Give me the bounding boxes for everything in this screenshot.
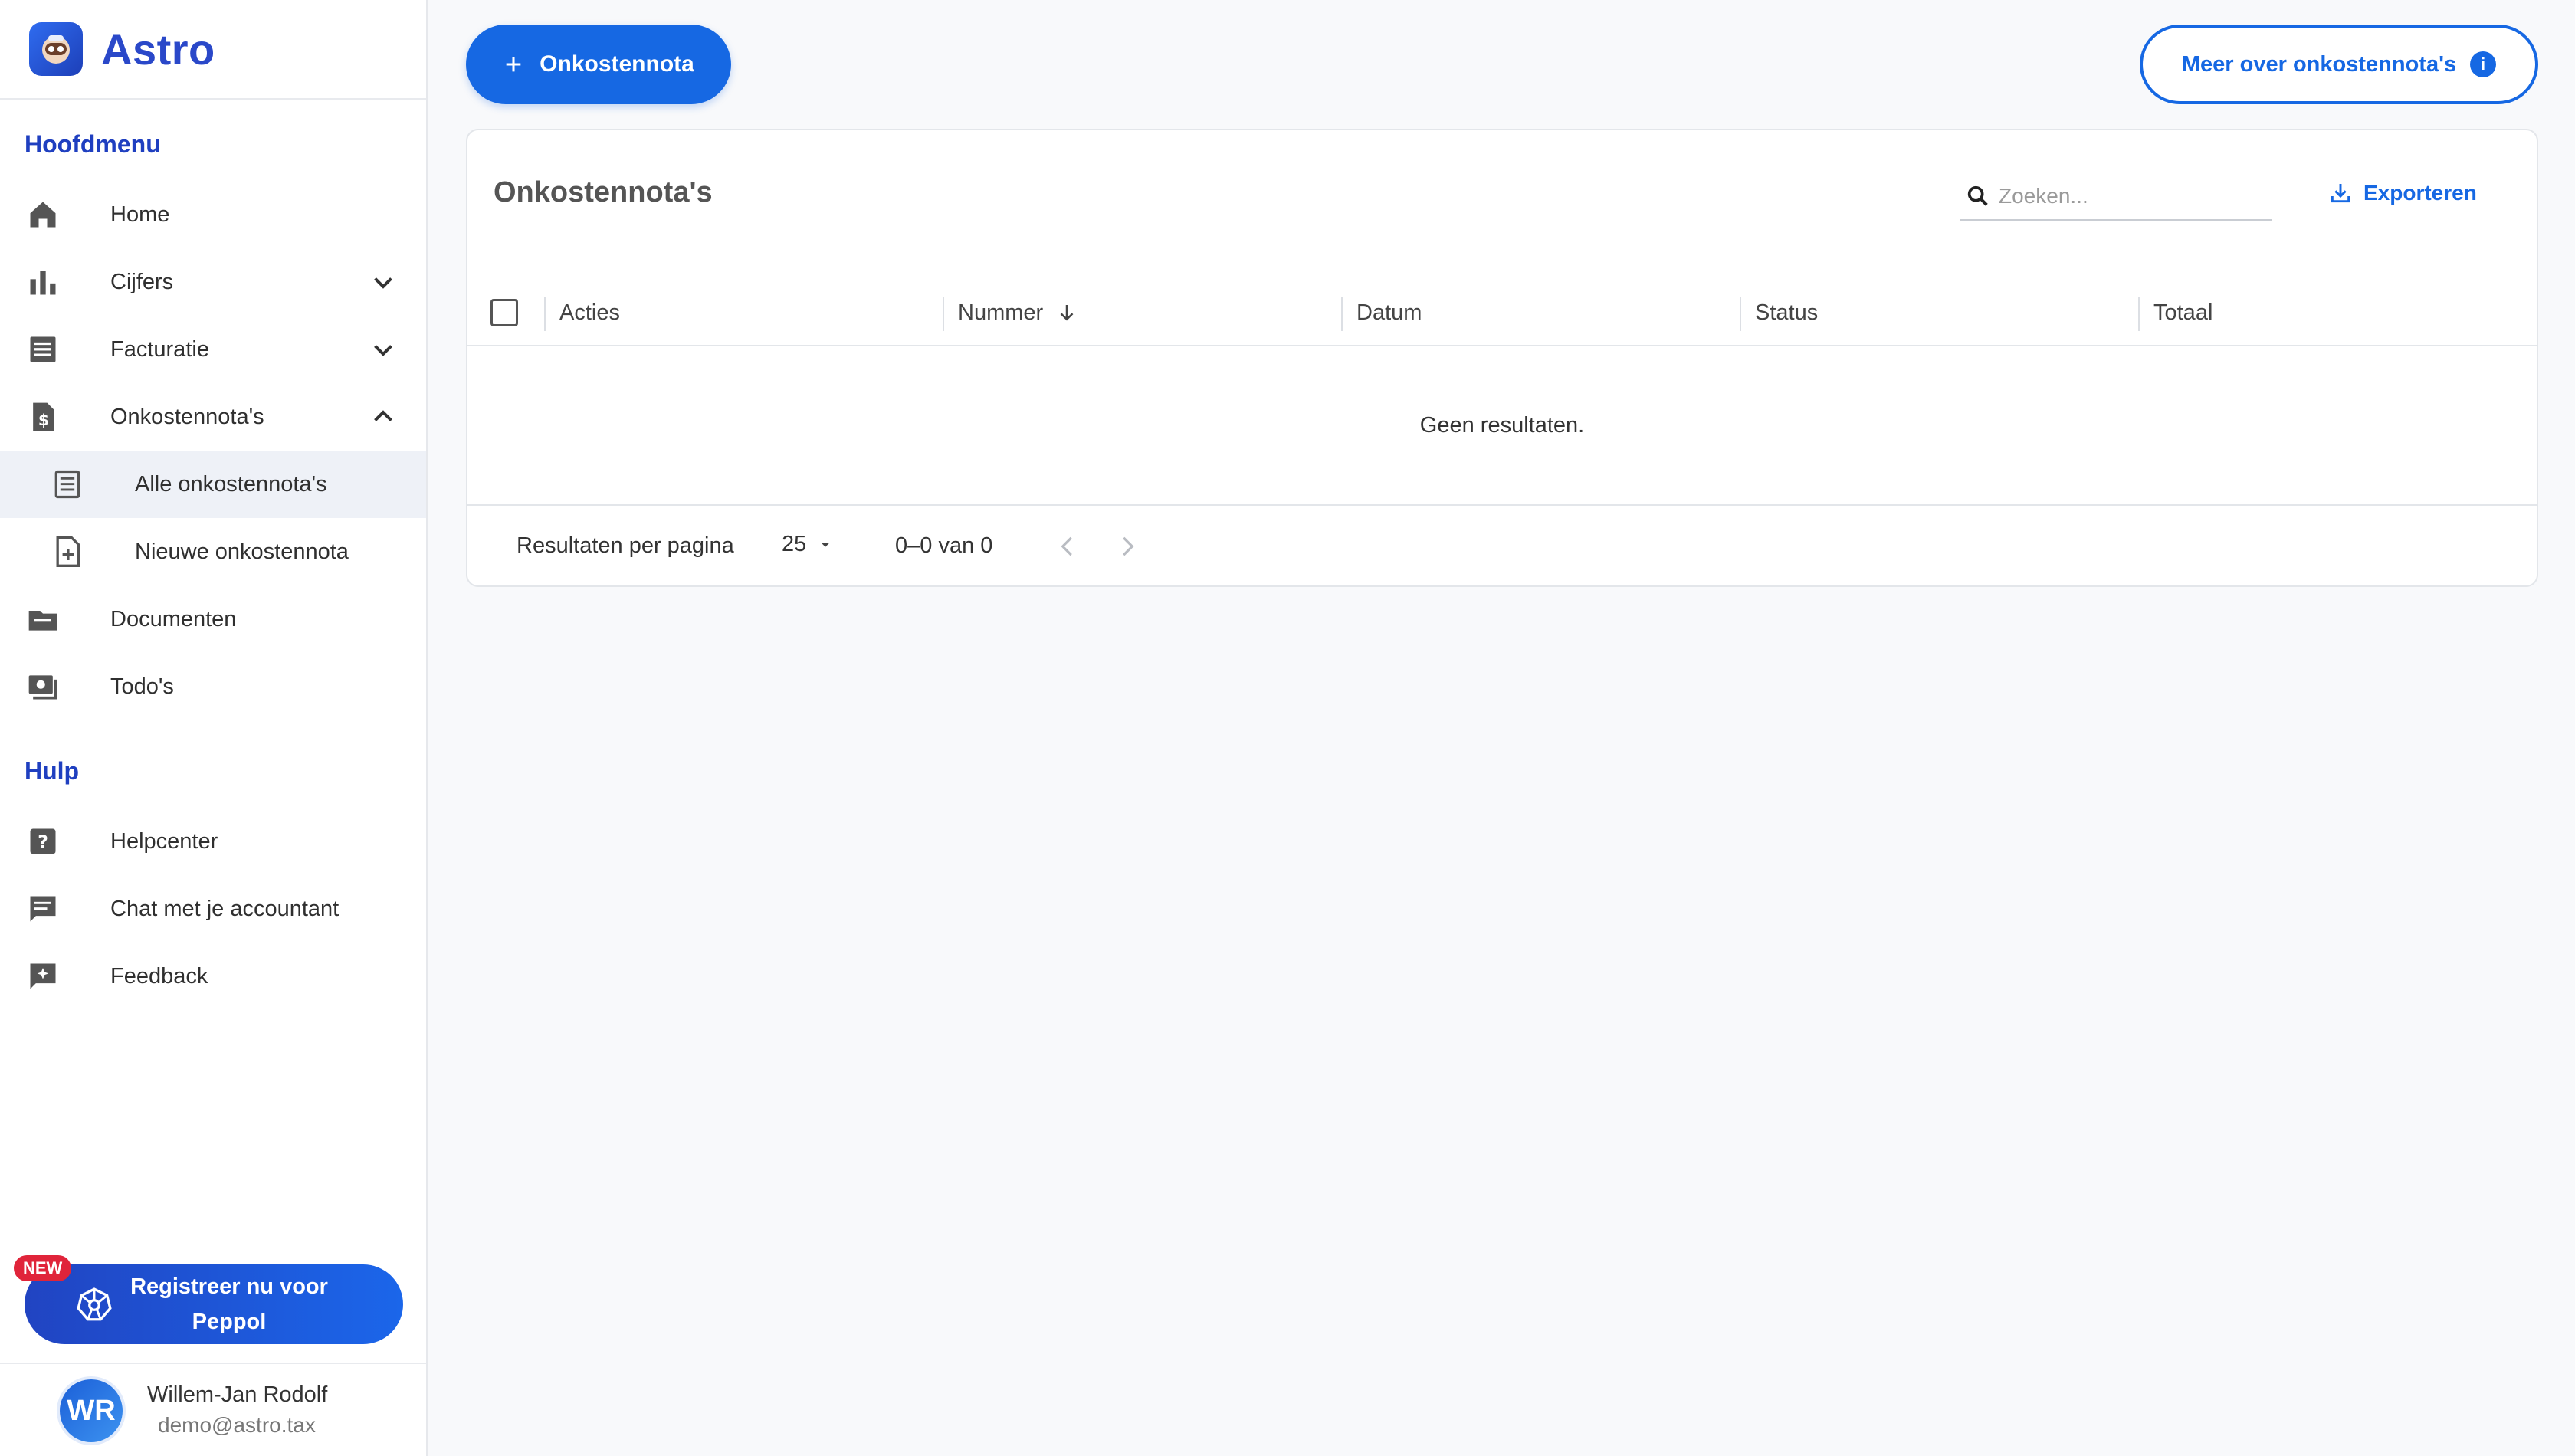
- sidebar-item-label: Cijfers: [110, 269, 174, 294]
- caret-down-icon: [821, 542, 830, 547]
- sidebar-item-label: Home: [110, 202, 170, 227]
- column-header-datum[interactable]: Datum: [1356, 279, 1422, 346]
- sidebar: Astro Hoofdmenu Home Cijfers Facturatie …: [0, 0, 428, 1456]
- brand[interactable]: Astro: [0, 0, 426, 100]
- export-button[interactable]: Exporteren: [2328, 181, 2477, 205]
- sidebar-item-chat[interactable]: Chat met je accountant: [0, 875, 426, 943]
- column-header-label: Datum: [1356, 300, 1422, 325]
- column-header-nummer[interactable]: Nummer: [958, 279, 1078, 346]
- chevron-down-icon[interactable]: [369, 336, 397, 363]
- new-expense-label: Onkostennota: [540, 51, 694, 77]
- sidebar-item-label: Helpcenter: [110, 828, 218, 854]
- chevron-down-icon[interactable]: [369, 268, 397, 296]
- sidebar-item-label: Onkostennota's: [110, 404, 264, 429]
- help-nav: ? Helpcenter Chat met je accountant Feed…: [0, 808, 426, 1010]
- sort-arrow-down-icon[interactable]: [1055, 301, 1078, 324]
- column-header-label: Acties: [559, 300, 620, 325]
- search-input[interactable]: [1999, 184, 2259, 208]
- sidebar-item-alle-onkostennotas[interactable]: Alle onkostennota's: [0, 451, 426, 518]
- column-header-acties[interactable]: Acties: [559, 279, 620, 346]
- sidebar-item-label: Feedback: [110, 963, 208, 989]
- main-menu-title: Hoofdmenu: [25, 130, 161, 158]
- svg-text:$: $: [38, 411, 49, 429]
- help-icon: ?: [30, 828, 56, 854]
- rows-per-page-label: Resultaten per pagina: [517, 533, 734, 558]
- sidebar-item-label: Chat met je accountant: [110, 896, 340, 921]
- search-box: [1960, 173, 2272, 221]
- sidebar-item-helpcenter[interactable]: ? Helpcenter: [0, 808, 426, 875]
- new-expense-button[interactable]: Onkostennota: [466, 25, 731, 104]
- chevron-right-icon[interactable]: [1113, 532, 1142, 561]
- file-plus-icon: [56, 536, 80, 567]
- column-separator: [544, 297, 546, 331]
- peppol-network-icon: [77, 1287, 112, 1321]
- chevron-left-icon[interactable]: [1053, 532, 1082, 561]
- more-info-label: Meer over onkostennota's: [2181, 51, 2457, 77]
- export-label: Exporteren: [2363, 181, 2477, 205]
- sidebar-item-facturatie[interactable]: Facturatie: [0, 316, 426, 383]
- astro-logo-icon: [29, 22, 83, 76]
- home-icon: [30, 202, 56, 228]
- sidebar-item-label: Nieuwe onkostennota: [135, 539, 349, 564]
- column-header-totaal[interactable]: Totaal: [2153, 279, 2213, 346]
- download-icon: [2331, 184, 2350, 203]
- expenses-card: Onkostennota's Exporteren Acties Nummer …: [466, 129, 2538, 587]
- sidebar-item-home[interactable]: Home: [0, 181, 426, 248]
- sidebar-item-todos[interactable]: Todo's: [0, 653, 426, 720]
- column-header-status[interactable]: Status: [1755, 279, 1818, 346]
- plus-icon: [506, 57, 521, 72]
- svg-text:?: ?: [38, 831, 48, 853]
- select-all-checkbox[interactable]: [490, 299, 518, 326]
- sidebar-item-label: Alle onkostennota's: [135, 471, 327, 497]
- empty-state: Geen resultaten.: [467, 346, 2537, 506]
- user-profile[interactable]: WR Willem-Jan Rodolf demo@astro.tax: [0, 1363, 426, 1456]
- more-info-button[interactable]: Meer over onkostennota's i: [2140, 25, 2538, 104]
- page-range: 0–0 van 0: [895, 533, 993, 558]
- sidebar-item-documenten[interactable]: Documenten: [0, 585, 426, 653]
- column-separator: [2138, 297, 2140, 331]
- page-size-select[interactable]: 25: [782, 532, 834, 557]
- page-size-value: 25: [782, 532, 807, 556]
- card-title: Onkostennota's: [494, 176, 713, 208]
- sidebar-item-cijfers[interactable]: Cijfers: [0, 248, 426, 316]
- sidebar-item-onkostennotas[interactable]: $ Onkostennota's: [0, 383, 426, 451]
- column-separator: [1341, 297, 1343, 331]
- invoice-icon: [30, 336, 56, 362]
- new-badge: NEW: [14, 1255, 72, 1281]
- chat-icon: [30, 896, 56, 922]
- info-icon: i: [2470, 51, 2497, 77]
- main-nav: Home Cijfers Facturatie $ Onkostennota's…: [0, 181, 426, 720]
- column-separator: [943, 297, 944, 331]
- column-header-label: Totaal: [2153, 300, 2213, 325]
- sidebar-item-feedback[interactable]: Feedback: [0, 943, 426, 1010]
- user-name: Willem-Jan Rodolf: [147, 1382, 328, 1407]
- peppol-promo: Registreer nu voor Peppol NEW: [14, 1255, 403, 1344]
- pagination: Resultaten per pagina 25 0–0 van 0: [467, 506, 2537, 587]
- table-header: Acties Nummer Datum Status Totaal: [467, 279, 2537, 346]
- sidebar-item-label: Facturatie: [110, 336, 209, 362]
- todo-icon: [28, 675, 57, 700]
- chevron-up-icon[interactable]: [369, 403, 397, 431]
- receipt-dollar-icon: $: [33, 402, 54, 431]
- search-icon: [1967, 185, 1988, 206]
- column-separator: [1740, 297, 1741, 331]
- receipt-list-icon: [54, 470, 80, 499]
- column-header-label: Nummer: [958, 300, 1044, 325]
- app-root: Astro Hoofdmenu Home Cijfers Facturatie …: [0, 0, 2575, 1456]
- sidebar-item-label: Documenten: [110, 606, 237, 631]
- avatar: WR: [60, 1379, 123, 1442]
- user-email: demo@astro.tax: [158, 1413, 316, 1437]
- app-name: Astro: [101, 25, 215, 74]
- sidebar-item-label: Todo's: [110, 674, 174, 699]
- help-menu-title: Hulp: [25, 756, 80, 785]
- column-header-label: Status: [1755, 300, 1819, 325]
- bar-chart-icon: [30, 271, 56, 295]
- sidebar-item-nieuwe-onkostennota[interactable]: Nieuwe onkostennota: [0, 518, 426, 585]
- feedback-icon: [30, 963, 56, 989]
- folder-icon: [28, 611, 57, 631]
